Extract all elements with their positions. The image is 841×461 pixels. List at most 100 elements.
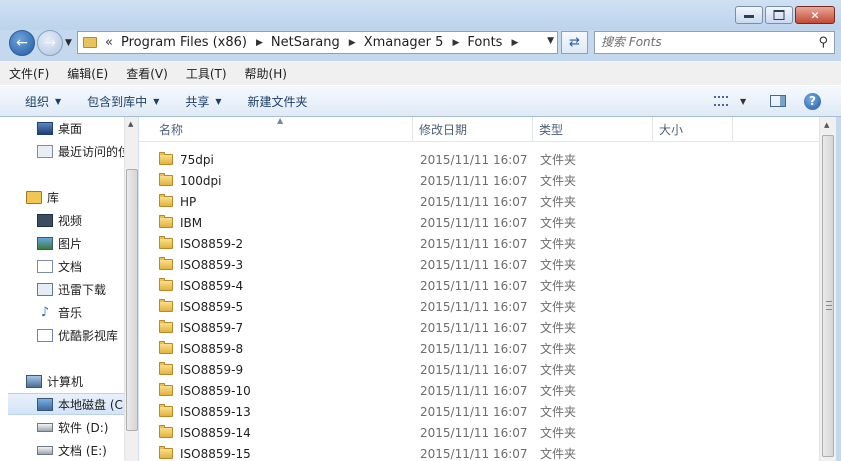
file-row[interactable]: ISO8859-10 2015/11/11 16:07 文件夹 bbox=[139, 380, 819, 401]
file-list-scrollbar-thumb[interactable] bbox=[822, 135, 834, 457]
maximize-button[interactable] bbox=[765, 6, 793, 24]
search-input[interactable] bbox=[601, 35, 801, 49]
nav-item-videos[interactable]: 视频 bbox=[0, 209, 138, 231]
folder-icon bbox=[159, 425, 173, 438]
forward-button[interactable]: → bbox=[37, 30, 63, 56]
preview-pane-button[interactable] bbox=[770, 92, 786, 110]
minimize-button[interactable] bbox=[735, 6, 763, 24]
file-name-cell: ISO8859-9 bbox=[139, 362, 413, 377]
nav-item-music[interactable]: ♪ 音乐 bbox=[0, 301, 138, 323]
nav-item-drive-d[interactable]: 软件 (D:) bbox=[0, 416, 138, 438]
menu-help[interactable]: 帮助(H) bbox=[236, 65, 296, 82]
nav-item-computer[interactable]: 计算机 bbox=[0, 370, 138, 392]
file-row[interactable]: ISO8859-7 2015/11/11 16:07 文件夹 bbox=[139, 317, 819, 338]
file-row[interactable]: HP 2015/11/11 16:07 文件夹 bbox=[139, 191, 819, 212]
breadcrumb-item[interactable]: Xmanager 5 bbox=[364, 35, 444, 50]
arrow-left-icon: ← bbox=[16, 35, 28, 51]
column-header-type[interactable]: 类型 bbox=[533, 117, 653, 142]
file-row[interactable]: ISO8859-15 2015/11/11 16:07 文件夹 bbox=[139, 443, 819, 461]
nav-item-documents[interactable]: 文档 bbox=[0, 255, 138, 277]
chevron-down-icon: ▼ bbox=[55, 96, 62, 106]
nav-scrollbar[interactable]: ▲ bbox=[124, 117, 138, 461]
address-history-dropdown[interactable]: ▼ bbox=[547, 36, 554, 46]
file-name: ISO8859-15 bbox=[180, 446, 251, 461]
share-button[interactable]: 共享 ▼ bbox=[177, 93, 229, 110]
refresh-button[interactable]: ⇄ bbox=[561, 31, 588, 54]
file-row[interactable]: ISO8859-4 2015/11/11 16:07 文件夹 bbox=[139, 275, 819, 296]
file-row[interactable]: IBM 2015/11/11 16:07 文件夹 bbox=[139, 212, 819, 233]
folder-icon bbox=[159, 446, 173, 459]
chevron-right-icon[interactable]: ▶ bbox=[511, 38, 518, 48]
column-header-label: 大小 bbox=[659, 123, 684, 137]
thunder-download-icon bbox=[37, 282, 53, 296]
breadcrumb-item[interactable]: NetSarang bbox=[271, 35, 340, 50]
folder-icon bbox=[159, 278, 173, 291]
file-row[interactable]: ISO8859-3 2015/11/11 16:07 文件夹 bbox=[139, 254, 819, 275]
scroll-up-icon[interactable]: ▲ bbox=[824, 121, 829, 129]
address-bar[interactable]: « Program Files (x86) ▶ NetSarang ▶ Xmanag… bbox=[77, 31, 558, 54]
nav-item-drive-c[interactable]: 本地磁盘 (C:) bbox=[8, 393, 124, 415]
address-overflow[interactable]: « bbox=[105, 35, 113, 50]
file-name: ISO8859-14 bbox=[180, 425, 251, 440]
menu-edit[interactable]: 编辑(E) bbox=[58, 65, 117, 82]
recent-pages-dropdown[interactable]: ▼ bbox=[65, 38, 72, 48]
file-row[interactable]: ISO8859-13 2015/11/11 16:07 文件夹 bbox=[139, 401, 819, 422]
column-header-size[interactable]: 大小 bbox=[653, 117, 733, 142]
folder-icon bbox=[83, 37, 97, 48]
nav-item-desktop[interactable]: 桌面 bbox=[0, 117, 138, 139]
chevron-right-icon[interactable]: ▶ bbox=[256, 38, 263, 48]
file-row[interactable]: ISO8859-5 2015/11/11 16:07 文件夹 bbox=[139, 296, 819, 317]
menu-file[interactable]: 文件(F) bbox=[0, 65, 58, 82]
nav-item-youku[interactable]: 优酷影视库 bbox=[0, 324, 138, 346]
file-list-scrollbar[interactable]: ▲ bbox=[819, 117, 836, 461]
minimize-icon bbox=[744, 15, 754, 18]
chevron-right-icon[interactable]: ▶ bbox=[452, 38, 459, 48]
file-type: 文件夹 bbox=[540, 321, 577, 335]
file-date: 2015/11/11 16:07 bbox=[420, 383, 528, 398]
nav-item-libraries[interactable]: 库 bbox=[0, 186, 138, 208]
file-row[interactable]: ISO8859-8 2015/11/11 16:07 文件夹 bbox=[139, 338, 819, 359]
file-row[interactable]: ISO8859-2 2015/11/11 16:07 文件夹 bbox=[139, 233, 819, 254]
file-name: ISO8859-3 bbox=[180, 257, 244, 272]
breadcrumb-item[interactable]: Fonts bbox=[467, 35, 502, 50]
close-icon: × bbox=[810, 8, 820, 22]
nav-item-label: 文档 (E:) bbox=[58, 443, 107, 458]
help-button[interactable]: ? bbox=[804, 92, 821, 110]
library-icon bbox=[26, 190, 42, 204]
breadcrumb-item[interactable]: Program Files (x86) bbox=[121, 35, 247, 50]
file-row[interactable]: 100dpi 2015/11/11 16:07 文件夹 bbox=[139, 170, 819, 191]
nav-item-label: 图片 bbox=[58, 236, 83, 251]
chevron-right-icon[interactable]: ▶ bbox=[349, 38, 356, 48]
file-type: 文件夹 bbox=[540, 405, 577, 419]
nav-item-label: 桌面 bbox=[58, 121, 83, 136]
include-library-button[interactable]: 包含到库中 ▼ bbox=[79, 93, 167, 110]
folder-icon bbox=[159, 194, 173, 207]
nav-item-drive-e[interactable]: 文档 (E:) bbox=[0, 439, 138, 461]
file-row[interactable]: ISO8859-9 2015/11/11 16:07 文件夹 bbox=[139, 359, 819, 380]
nav-item-pictures[interactable]: 图片 bbox=[0, 232, 138, 254]
organize-button[interactable]: 组织 ▼ bbox=[17, 93, 69, 110]
folder-icon bbox=[159, 215, 173, 228]
file-name: ISO8859-9 bbox=[180, 362, 244, 377]
column-header-name[interactable]: ▲ 名称 bbox=[139, 117, 413, 142]
close-button[interactable]: × bbox=[795, 6, 835, 24]
nav-item-recent[interactable]: 最近访问的位置 bbox=[0, 140, 138, 162]
nav-item-thunder-downloads[interactable]: 迅雷下载 bbox=[0, 278, 138, 300]
file-date: 2015/11/11 16:07 bbox=[420, 299, 528, 314]
scroll-up-icon[interactable]: ▲ bbox=[128, 120, 133, 128]
nav-scrollbar-thumb[interactable] bbox=[126, 169, 138, 431]
menu-tools[interactable]: 工具(T) bbox=[177, 65, 236, 82]
file-row[interactable]: 75dpi 2015/11/11 16:07 文件夹 bbox=[139, 149, 819, 170]
view-options-button[interactable]: ▼ bbox=[714, 92, 746, 110]
file-type: 文件夹 bbox=[540, 237, 577, 251]
new-folder-button[interactable]: 新建文件夹 bbox=[240, 93, 316, 110]
file-name: IBM bbox=[180, 215, 203, 230]
back-button[interactable]: ← bbox=[9, 30, 35, 56]
file-name: ISO8859-13 bbox=[180, 404, 251, 419]
column-header-date[interactable]: 修改日期 bbox=[413, 117, 533, 142]
breadcrumb: Xmanager 5 ▶ bbox=[364, 35, 460, 50]
search-icon[interactable]: ⚲ bbox=[818, 35, 828, 50]
file-row[interactable]: ISO8859-14 2015/11/11 16:07 文件夹 bbox=[139, 422, 819, 443]
menu-view[interactable]: 查看(V) bbox=[117, 65, 177, 82]
search-box[interactable]: ⚲ bbox=[594, 31, 835, 54]
